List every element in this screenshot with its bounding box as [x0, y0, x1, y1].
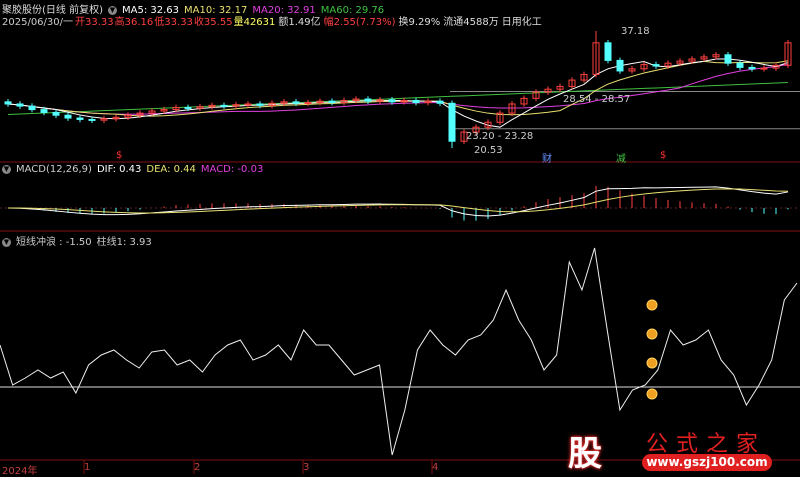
- x-tick-2: 2: [194, 462, 201, 473]
- marker-dollar-1[interactable]: $: [116, 150, 122, 161]
- bar-value: 柱线1: 3.93: [96, 237, 152, 248]
- x-tick-3: 3: [303, 462, 310, 473]
- x-tick-4: 4: [432, 462, 439, 473]
- high-label: 37.18: [621, 26, 650, 37]
- candle-down: [220, 104, 228, 107]
- candle-down: [604, 42, 612, 61]
- candle-down: [736, 62, 744, 68]
- dea-value: DEA: 0.44: [146, 164, 196, 175]
- zone-upper-label: 28.54 - 28.57: [563, 94, 631, 105]
- candle-down: [184, 106, 192, 109]
- watermark-url: www.gszj100.com: [642, 454, 772, 471]
- candle-down: [724, 54, 732, 64]
- candle-down: [328, 100, 336, 104]
- dropdown-icon[interactable]: ▼: [2, 237, 11, 247]
- candle-down: [448, 102, 456, 142]
- ma20-line: [7, 63, 789, 115]
- candle-up: [244, 103, 252, 106]
- candle-down: [40, 109, 48, 113]
- candle-down: [652, 64, 660, 67]
- low-label: 20.53: [474, 145, 503, 156]
- ma60-line: [7, 82, 789, 116]
- candle-down: [52, 111, 60, 116]
- x-tick-1: 1: [84, 462, 91, 473]
- candle-down: [28, 105, 36, 111]
- dropdown-icon[interactable]: ▼: [2, 164, 11, 174]
- candle-down: [436, 100, 444, 104]
- osc-name[interactable]: 短线冲浪 : -1.50: [16, 237, 92, 248]
- ma10-line: [7, 60, 789, 117]
- macd-name[interactable]: MACD(12,26,9): [16, 164, 92, 175]
- candle-down: [64, 114, 72, 119]
- candle-down: [412, 99, 420, 104]
- candle-down: [88, 118, 96, 121]
- candle-down: [616, 59, 624, 72]
- macd-value: MACD: -0.03: [200, 164, 264, 175]
- candle-up: [760, 67, 768, 70]
- dea-line: [7, 188, 789, 214]
- candle-down: [292, 101, 300, 104]
- candle-down: [4, 101, 12, 105]
- coin-signal-icon: [646, 328, 658, 340]
- watermark-logo: 股: [568, 434, 602, 474]
- coin-signal-icon: [646, 388, 658, 400]
- coin-signal-icon: [646, 357, 658, 369]
- marker-dollar-2[interactable]: $: [660, 150, 666, 161]
- candle-down: [16, 103, 24, 107]
- coin-signal-icon: [646, 299, 658, 311]
- macd-header: ▼ MACD(12,26,9) DIF: 0.43 DEA: 0.44 MACD: -0…: [2, 164, 268, 175]
- zone-lower-label: 23.20 - 23.28: [466, 131, 534, 142]
- watermark: 股 公式之家 www.gszj100.com: [560, 424, 800, 474]
- osc-header: ▼ 短线冲浪 : -1.50 柱线1: 3.93: [2, 233, 157, 248]
- candle-down: [364, 98, 372, 102]
- candle-down: [76, 117, 84, 120]
- candle-down: [748, 66, 756, 70]
- marker-jian[interactable]: 减: [616, 150, 626, 165]
- candle-down: [388, 99, 396, 103]
- marker-cai[interactable]: 财: [542, 150, 552, 165]
- candle-down: [256, 103, 264, 106]
- dif-value: DIF: 0.43: [96, 164, 142, 175]
- candle-up: [304, 102, 312, 105]
- x-tick-0: 2024年: [2, 466, 38, 477]
